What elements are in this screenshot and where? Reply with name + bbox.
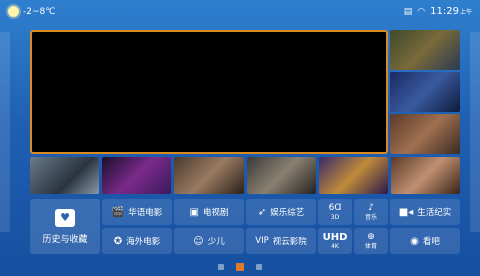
thumbnail-row <box>30 157 461 194</box>
camera-icon: ■◂ <box>398 206 414 218</box>
clock-time: 11:29 <box>430 6 459 17</box>
wifi-icon: ◠ <box>417 6 426 17</box>
tv-icon: ▣ <box>189 206 199 218</box>
cell-label: 看吧 <box>422 237 440 247</box>
eye-icon: ◉ <box>410 235 419 247</box>
page-dot[interactable] <box>256 264 262 270</box>
temperature: -2~8℃ <box>23 6 56 17</box>
cell-label: 少儿 <box>207 237 225 247</box>
sports-button[interactable]: ⊕ 体育 <box>354 228 388 254</box>
thumbnail[interactable] <box>102 157 172 194</box>
cell-label: 娱乐综艺 <box>270 208 305 218</box>
vip-cinema-button[interactable]: VIP 视云影院 <box>246 228 316 254</box>
weather: -2~8℃ <box>8 6 55 17</box>
history-label: 历史与收藏 <box>42 234 88 245</box>
clock-ampm: 上午 <box>459 9 472 16</box>
page-dot[interactable] <box>218 264 224 270</box>
tv-series-button[interactable]: ▣ 电视剧 <box>174 199 244 225</box>
cell-label: 3D <box>330 213 340 221</box>
thumbnail[interactable] <box>30 157 100 194</box>
foreign-movies-button[interactable]: ✪ 海外电影 <box>102 228 172 254</box>
page-dot-active[interactable] <box>236 263 244 271</box>
cell-label: 电视剧 <box>202 208 229 218</box>
tv-heart-icon: ♥ <box>55 208 75 227</box>
cell-label: 生活纪实 <box>417 208 452 218</box>
vip-icon: VIP <box>255 236 269 246</box>
film-reel-icon: ✪ <box>113 235 123 247</box>
history-favorites-button[interactable]: ♥ 历史与收藏 <box>30 199 100 254</box>
thumbnail[interactable] <box>318 157 388 194</box>
basketball-icon: ⊕ <box>367 231 375 242</box>
3d-glasses-icon: 6Ɑ <box>328 202 342 213</box>
kids-button[interactable]: ☺ 少儿 <box>174 228 244 254</box>
page-indicator <box>0 262 480 272</box>
cell-label: 华语电影 <box>128 208 163 218</box>
video-player[interactable] <box>30 30 388 154</box>
cell-label: 海外电影 <box>126 237 161 247</box>
side-thumbnail[interactable] <box>390 72 460 112</box>
music-note-icon: ♪ <box>368 202 374 213</box>
side-thumbnail[interactable] <box>390 114 460 154</box>
right-edge-panel <box>470 32 480 232</box>
clapper-icon: 🎬 <box>111 206 125 218</box>
uhd-icon: UHD <box>322 231 348 243</box>
music-button[interactable]: ♪ 音乐 <box>354 199 388 225</box>
category-menu: ♥ 历史与收藏 🎬 华语电影 ▣ 电视剧 ➶ 娱乐综艺 6Ɑ 3D ♪ 音乐 ■… <box>30 199 460 254</box>
side-thumbnails <box>390 30 460 154</box>
4k-button[interactable]: UHD 4K <box>318 228 352 254</box>
documentary-button[interactable]: ■◂ 生活纪实 <box>390 199 460 225</box>
cell-label: 体育 <box>364 242 377 250</box>
3d-button[interactable]: 6Ɑ 3D <box>318 199 352 225</box>
left-edge-panel <box>0 32 10 232</box>
cell-label: 视云影院 <box>272 237 307 247</box>
thumbnail[interactable] <box>174 157 244 194</box>
thumbnail[interactable] <box>390 157 461 194</box>
side-thumbnail[interactable] <box>390 30 460 70</box>
variety-button[interactable]: ➶ 娱乐综艺 <box>246 199 316 225</box>
cell-label: 音乐 <box>364 213 377 221</box>
thumbnail[interactable] <box>246 157 316 194</box>
system-icons: ▤ ◠ 11:29上午 <box>404 6 472 17</box>
watch-bar-button[interactable]: ◉ 看吧 <box>390 228 460 254</box>
screen-icon: ▤ <box>403 6 413 17</box>
sun-icon <box>8 6 19 17</box>
cell-label: 4K <box>331 242 339 250</box>
clock: 11:29上午 <box>430 6 472 17</box>
status-bar: -2~8℃ ▤ ◠ 11:29上午 <box>0 0 480 28</box>
chinese-movies-button[interactable]: 🎬 华语电影 <box>102 199 172 225</box>
smile-icon: ☺ <box>193 235 204 247</box>
rocket-icon: ➶ <box>257 206 267 218</box>
